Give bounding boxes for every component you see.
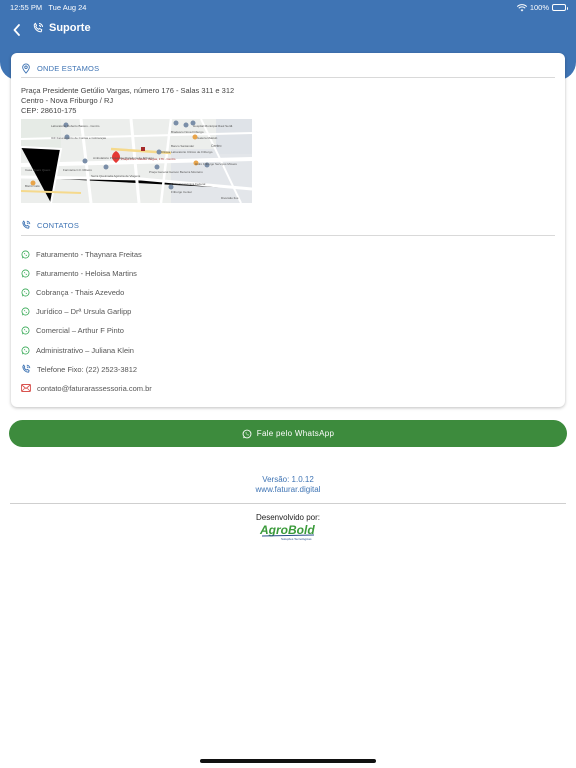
- whatsapp-icon: [21, 288, 30, 297]
- contact-label: contato@faturarassessoria.com.br: [37, 383, 152, 393]
- contact-item[interactable]: Comercial – Arthur F Pinto: [21, 321, 555, 340]
- whatsapp-icon: [21, 307, 30, 316]
- battery-percent: 100%: [529, 3, 549, 12]
- status-indicators: 100%: [516, 3, 568, 12]
- contact-item[interactable]: Administrativo – Juliana Klein: [21, 340, 555, 359]
- address-line-1: Praça Presidente Getúlio Vargas, número …: [21, 86, 235, 95]
- location-section-header: ONDE ESTAMOS: [21, 63, 99, 74]
- phone-call-icon: [22, 220, 31, 229]
- battery-icon: [552, 4, 568, 11]
- phone-icon: [22, 364, 31, 373]
- contact-item[interactable]: Jurídico – Drª Ursula Garlipp: [21, 302, 555, 321]
- home-indicator[interactable]: [200, 759, 376, 763]
- map-label-8: Bistrô Café: [25, 184, 40, 188]
- map-label-15: Hospital Municipal Raul Sertã: [193, 124, 233, 128]
- page-title: Suporte: [49, 22, 91, 34]
- contact-label: Cobrança - Thais Azevedo: [36, 288, 125, 298]
- map-label-3: ICF Faturamento de Contas e Cobranças: [51, 136, 107, 140]
- map-label-4: Casa Quero Quero: [25, 168, 51, 172]
- whatsapp-icon: [21, 346, 30, 354]
- map-label-7: Serra Queimada Agência de Viagens: [91, 174, 141, 178]
- map-label-5: Farmácia C.F. Ribeiro: [63, 168, 92, 172]
- back-button[interactable]: [9, 22, 25, 38]
- map-label-6: Clínica Laboratório Clínico de Friburgo: [161, 150, 213, 154]
- footer-divider: [10, 503, 566, 504]
- status-time: 12:55 PM Tue Aug 24: [10, 3, 87, 12]
- contact-label: Faturamento - Thaynara Freitas: [36, 250, 142, 260]
- map-label-2: Laboratório Roberto Bastos - Centro: [51, 124, 100, 128]
- phone-call-icon: [33, 22, 43, 33]
- map-label-14: Banco Santander: [171, 144, 194, 148]
- map-label-16: Galeria Maktub: [197, 136, 218, 140]
- whatsapp-icon: [21, 269, 30, 278]
- contact-item[interactable]: Faturamento - Heloisa Martins: [21, 264, 555, 283]
- contact-label: Comercial – Arthur F Pinto: [36, 326, 124, 336]
- map-label-11: Hidro Friburgo Serviços Móveis: [195, 162, 237, 166]
- location-heading: ONDE ESTAMOS: [37, 64, 100, 73]
- version-text: Versão: 1.0.12: [262, 475, 314, 484]
- map-label-12: Bradesco Nova Friburgo: [171, 130, 204, 134]
- address-cep: CEP: 28610-175: [21, 106, 77, 115]
- nav-title-group: Suporte: [32, 22, 91, 34]
- contacts-divider: [21, 235, 555, 236]
- map-label-17: Caixa Econômica Federal: [171, 182, 206, 186]
- nav-bar: Suporte: [0, 18, 576, 42]
- contacts-list: Faturamento - Thaynara Freitas Faturamen…: [21, 245, 555, 398]
- logo-tagline: Soluções Tecnológicas: [281, 537, 312, 541]
- map-label-9: Friburgo Center: [171, 190, 192, 194]
- whatsapp-button[interactable]: Fale pelo WhatsApp: [9, 420, 567, 447]
- whatsapp-icon: [21, 326, 30, 335]
- map-label-13: Centro: [211, 144, 222, 148]
- contacts-heading: CONTATOS: [37, 220, 80, 230]
- chevron-left-icon: [13, 24, 20, 36]
- wifi-icon: [516, 3, 527, 11]
- address-line-2: Centro - Nova Friburgo / RJ: [21, 96, 114, 105]
- map-label-10: Praça General Gerson Bezerra Monteiro: [149, 170, 203, 174]
- address-block: Praça Presidente Getúlio Vargas, número …: [21, 86, 234, 116]
- contact-label: Faturamento - Heloisa Martins: [36, 269, 137, 279]
- contact-label: Telefone Fixo: (22) 2523-3812: [37, 364, 138, 374]
- version-info: Versão: 1.0.12 www.faturar.digital: [0, 475, 576, 495]
- map-label-18: Diversão Ilus: [221, 196, 239, 200]
- site-link[interactable]: www.faturar.digital: [0, 485, 576, 495]
- contact-item[interactable]: contato@faturarassessoria.com.br: [21, 379, 555, 398]
- agrobold-logo: AgroBold Soluções Tecnológicas: [259, 523, 315, 541]
- contact-item[interactable]: Faturamento - Thaynara Freitas: [21, 245, 555, 264]
- map-label-19: Ambulatório Psiquiatria Prefeitura de Fr…: [93, 156, 154, 160]
- location-divider: [21, 77, 555, 78]
- map-graphic: Praça Pres. Getúlio Vargas, 176 - Centro…: [21, 119, 252, 203]
- whatsapp-icon: [21, 250, 30, 259]
- support-card: ONDE ESTAMOS Praça Presidente Getúlio Va…: [11, 53, 565, 407]
- contact-label: Jurídico – Drª Ursula Garlipp: [36, 307, 132, 317]
- contact-label: Administrativo – Juliana Klein: [36, 345, 134, 355]
- contact-item[interactable]: Cobrança - Thais Azevedo: [21, 283, 555, 302]
- status-bar: 12:55 PM Tue Aug 24 100%: [0, 0, 576, 14]
- mail-icon: [21, 384, 31, 393]
- whatsapp-icon: [242, 429, 252, 438]
- contacts-section-header: CONTATOS: [21, 220, 79, 230]
- map-pin-icon: [22, 63, 30, 74]
- contact-item[interactable]: Telefone Fixo: (22) 2523-3812: [21, 360, 555, 379]
- whatsapp-button-label: Fale pelo WhatsApp: [256, 429, 335, 438]
- location-map[interactable]: Praça Pres. Getúlio Vargas, 176 - Centro…: [21, 119, 252, 203]
